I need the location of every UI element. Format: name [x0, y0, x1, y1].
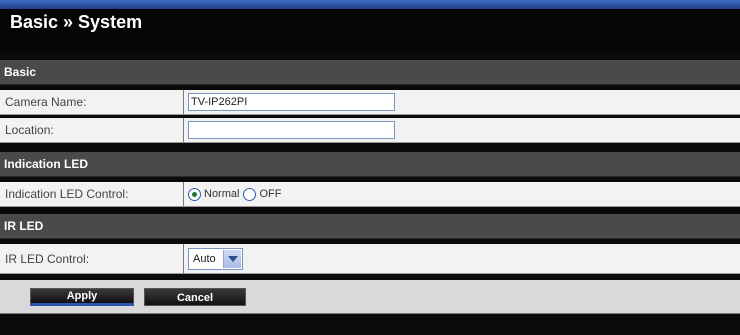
apply-button[interactable]: Apply: [30, 288, 134, 306]
form-actions: Apply Cancel: [0, 280, 740, 314]
radio-off[interactable]: [243, 187, 257, 201]
ir-led-select-value: Auto: [193, 252, 216, 265]
radio-normal[interactable]: [188, 187, 201, 201]
location-label: Location:: [0, 118, 184, 142]
cancel-button[interactable]: Cancel: [144, 288, 246, 306]
ir-led-label: IR LED Control:: [0, 244, 184, 273]
page-header: Basic » System: [0, 0, 740, 52]
header-accent-bar: [0, 0, 740, 9]
chevron-down-icon[interactable]: [223, 249, 241, 268]
camera-name-row: Camera Name:: [0, 90, 740, 115]
indication-led-label: Indication LED Control:: [0, 182, 184, 206]
ir-led-row: IR LED Control: Auto: [0, 244, 740, 274]
indication-led-row: Indication LED Control: Normal OFF: [0, 182, 740, 207]
location-input[interactable]: [188, 121, 395, 139]
radio-normal-label: Normal: [204, 188, 240, 200]
section-indication-led: Indication LED: [0, 152, 740, 177]
location-row: Location:: [0, 118, 740, 143]
radio-off-label: OFF: [259, 188, 282, 200]
section-basic: Basic: [0, 60, 740, 85]
section-ir-led: IR LED: [0, 214, 740, 239]
ir-led-select[interactable]: Auto: [188, 247, 243, 270]
camera-name-label: Camera Name:: [0, 90, 184, 114]
camera-name-input[interactable]: [188, 93, 395, 111]
page-title: Basic » System: [10, 12, 143, 32]
footer-bar: [0, 314, 740, 335]
